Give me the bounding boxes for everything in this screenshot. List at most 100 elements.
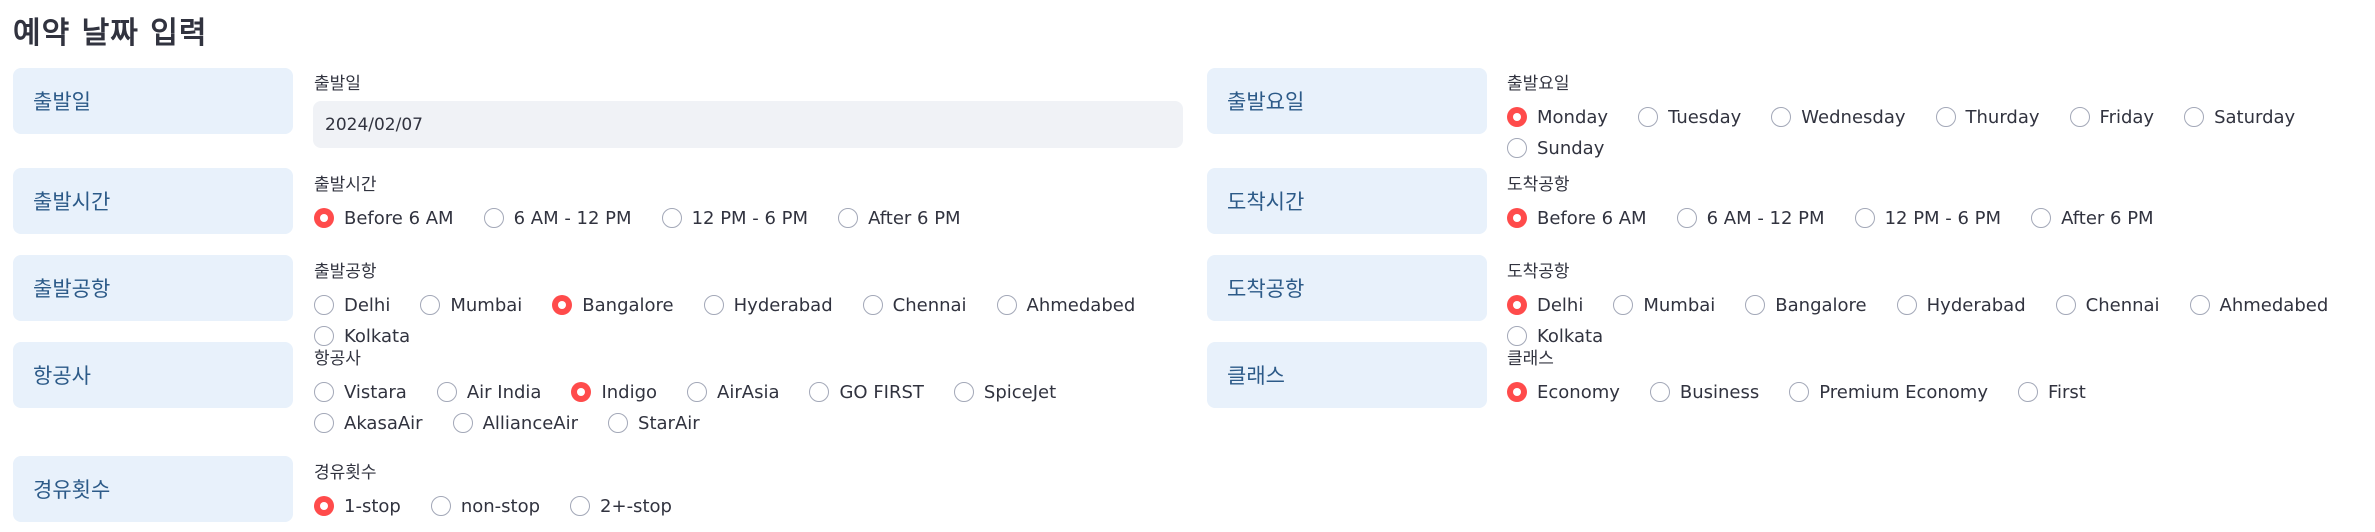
departure-airport-option[interactable]: Delhi — [314, 295, 390, 316]
airline-option[interactable]: GO FIRST — [809, 382, 924, 403]
departure-weekday-option[interactable]: Wednesday — [1771, 107, 1906, 128]
radio-option-label: Premium Economy — [1819, 381, 1988, 403]
radio-circle[interactable] — [862, 295, 883, 315]
arrival-airport-option[interactable]: Hyderabad — [1896, 295, 2026, 316]
radio-circle[interactable] — [436, 382, 457, 402]
radio-option-label: Sunday — [1537, 137, 1605, 159]
radio-circle[interactable] — [1507, 295, 1527, 315]
radio-circle[interactable] — [2069, 107, 2090, 127]
arrival-airport-option[interactable]: Mumbai — [1613, 295, 1715, 316]
radio-option-label: Friday — [2099, 106, 2155, 128]
stops-option[interactable]: non-stop — [430, 496, 540, 517]
radio-circle[interactable] — [1745, 295, 1766, 315]
arrival-airport-option[interactable]: Kolkata — [1507, 326, 1603, 347]
airline-option[interactable]: StarAir — [608, 413, 700, 434]
radio-circle[interactable] — [314, 208, 334, 228]
departure-weekday-option[interactable]: Saturday — [2184, 107, 2295, 128]
airline-option[interactable]: SpiceJet — [953, 381, 1057, 403]
radio-circle[interactable] — [452, 413, 473, 433]
radio-circle[interactable] — [1507, 382, 1527, 402]
radio-circle[interactable] — [2184, 107, 2205, 127]
radio-circle[interactable] — [314, 413, 334, 433]
departure-airport-option[interactable]: Chennai — [862, 295, 967, 316]
radio-circle[interactable] — [1649, 382, 1670, 402]
departure-time-option[interactable]: Before 6 AM — [314, 208, 454, 229]
stops-option[interactable]: 2+-stop — [570, 496, 672, 517]
radio-circle[interactable] — [1507, 326, 1527, 346]
arrival-airport-option[interactable]: Ahmedabed — [2189, 295, 2328, 316]
radio-circle[interactable] — [2017, 382, 2038, 402]
radio-circle[interactable] — [1789, 382, 1810, 402]
airline-option[interactable]: Air India — [436, 382, 541, 403]
travel-class-option[interactable]: Economy — [1507, 382, 1620, 403]
airline-option[interactable]: Vistara — [314, 382, 407, 403]
departure-airport-option[interactable]: Ahmedabed — [996, 295, 1135, 316]
radio-circle[interactable] — [314, 326, 334, 346]
caption-departure-time: 출발시간 — [314, 175, 377, 195]
departure-airport-option[interactable]: Bangalore — [552, 295, 674, 316]
travel-class-option[interactable]: First — [2017, 382, 2086, 403]
departure-time-option[interactable]: 12 PM - 6 PM — [661, 208, 808, 229]
arrival-time-option[interactable]: 6 AM - 12 PM — [1676, 208, 1825, 229]
radio-circle[interactable] — [1507, 138, 1527, 158]
departure-weekday-option[interactable]: Thurday — [1935, 107, 2040, 128]
radio-circle[interactable] — [2031, 208, 2052, 228]
radio-circle[interactable] — [2189, 295, 2210, 315]
airline-option[interactable]: AirAsia — [687, 382, 779, 403]
page-title: 예약 날짜 입력 — [13, 16, 208, 51]
radio-circle[interactable] — [1854, 208, 1875, 228]
stops-option[interactable]: 1-stop — [314, 496, 401, 517]
radio-circle[interactable] — [570, 496, 591, 516]
radio-circle[interactable] — [687, 382, 708, 402]
radio-circle[interactable] — [809, 382, 830, 402]
caption-departure-weekday: 출발요일 — [1507, 74, 1570, 94]
departure-weekday-option[interactable]: Tuesday — [1638, 107, 1741, 128]
departure-airport-option[interactable]: Mumbai — [420, 295, 522, 316]
radio-option-label: Hyderabad — [733, 294, 833, 316]
airline-option[interactable]: AllianceAir — [452, 413, 578, 434]
travel-class-option[interactable]: Premium Economy — [1789, 381, 1988, 403]
radio-circle[interactable] — [420, 295, 441, 315]
radio-circle[interactable] — [1771, 107, 1792, 127]
departure-time-option[interactable]: After 6 PM — [838, 208, 961, 229]
departure-weekday-option[interactable]: Friday — [2069, 106, 2155, 128]
radio-circle[interactable] — [1896, 295, 1917, 315]
arrival-airport-option[interactable]: Chennai — [2055, 295, 2160, 316]
arrival-airport-radio-group: Delhi Mumbai Bangalore Hyderabad Chennai Ahme… — [1507, 295, 2375, 347]
radio-circle[interactable] — [1507, 107, 1527, 127]
radio-circle[interactable] — [571, 382, 592, 402]
arrival-time-option[interactable]: After 6 PM — [2031, 208, 2154, 229]
airline-option[interactable]: AkasaAir — [314, 413, 423, 434]
radio-circle[interactable] — [1676, 208, 1697, 228]
radio-circle[interactable] — [1638, 107, 1659, 127]
radio-circle[interactable] — [703, 295, 724, 315]
radio-circle[interactable] — [1507, 208, 1527, 228]
radio-circle[interactable] — [314, 382, 334, 402]
travel-class-option[interactable]: Business — [1649, 382, 1759, 403]
radio-circle[interactable] — [1613, 295, 1634, 315]
radio-circle[interactable] — [661, 208, 682, 228]
radio-circle[interactable] — [608, 413, 629, 433]
radio-circle[interactable] — [483, 208, 504, 228]
arrival-time-option[interactable]: 12 PM - 6 PM — [1854, 208, 2001, 229]
departure-time-option[interactable]: 6 AM - 12 PM — [483, 208, 632, 229]
departure-airport-option[interactable]: Kolkata — [314, 326, 410, 347]
arrival-airport-option[interactable]: Bangalore — [1745, 295, 1867, 316]
arrival-time-option[interactable]: Before 6 AM — [1507, 208, 1647, 229]
radio-circle[interactable] — [953, 382, 974, 402]
radio-circle[interactable] — [552, 295, 573, 315]
departure-weekday-option[interactable]: Monday — [1507, 107, 1608, 128]
radio-option-label: SpiceJet — [983, 381, 1057, 403]
airline-option[interactable]: Indigo — [571, 382, 657, 403]
arrival-airport-option[interactable]: Delhi — [1507, 295, 1583, 316]
radio-circle[interactable] — [1935, 107, 1956, 127]
radio-circle[interactable] — [430, 496, 451, 516]
radio-circle[interactable] — [996, 295, 1017, 315]
radio-circle[interactable] — [314, 295, 334, 315]
radio-circle[interactable] — [314, 496, 334, 516]
departure-airport-option[interactable]: Hyderabad — [703, 294, 833, 316]
radio-circle[interactable] — [838, 208, 859, 228]
departure-date-input[interactable]: 2024/02/07 — [313, 101, 1183, 148]
radio-circle[interactable] — [2055, 295, 2076, 315]
departure-weekday-option[interactable]: Sunday — [1507, 137, 1605, 159]
